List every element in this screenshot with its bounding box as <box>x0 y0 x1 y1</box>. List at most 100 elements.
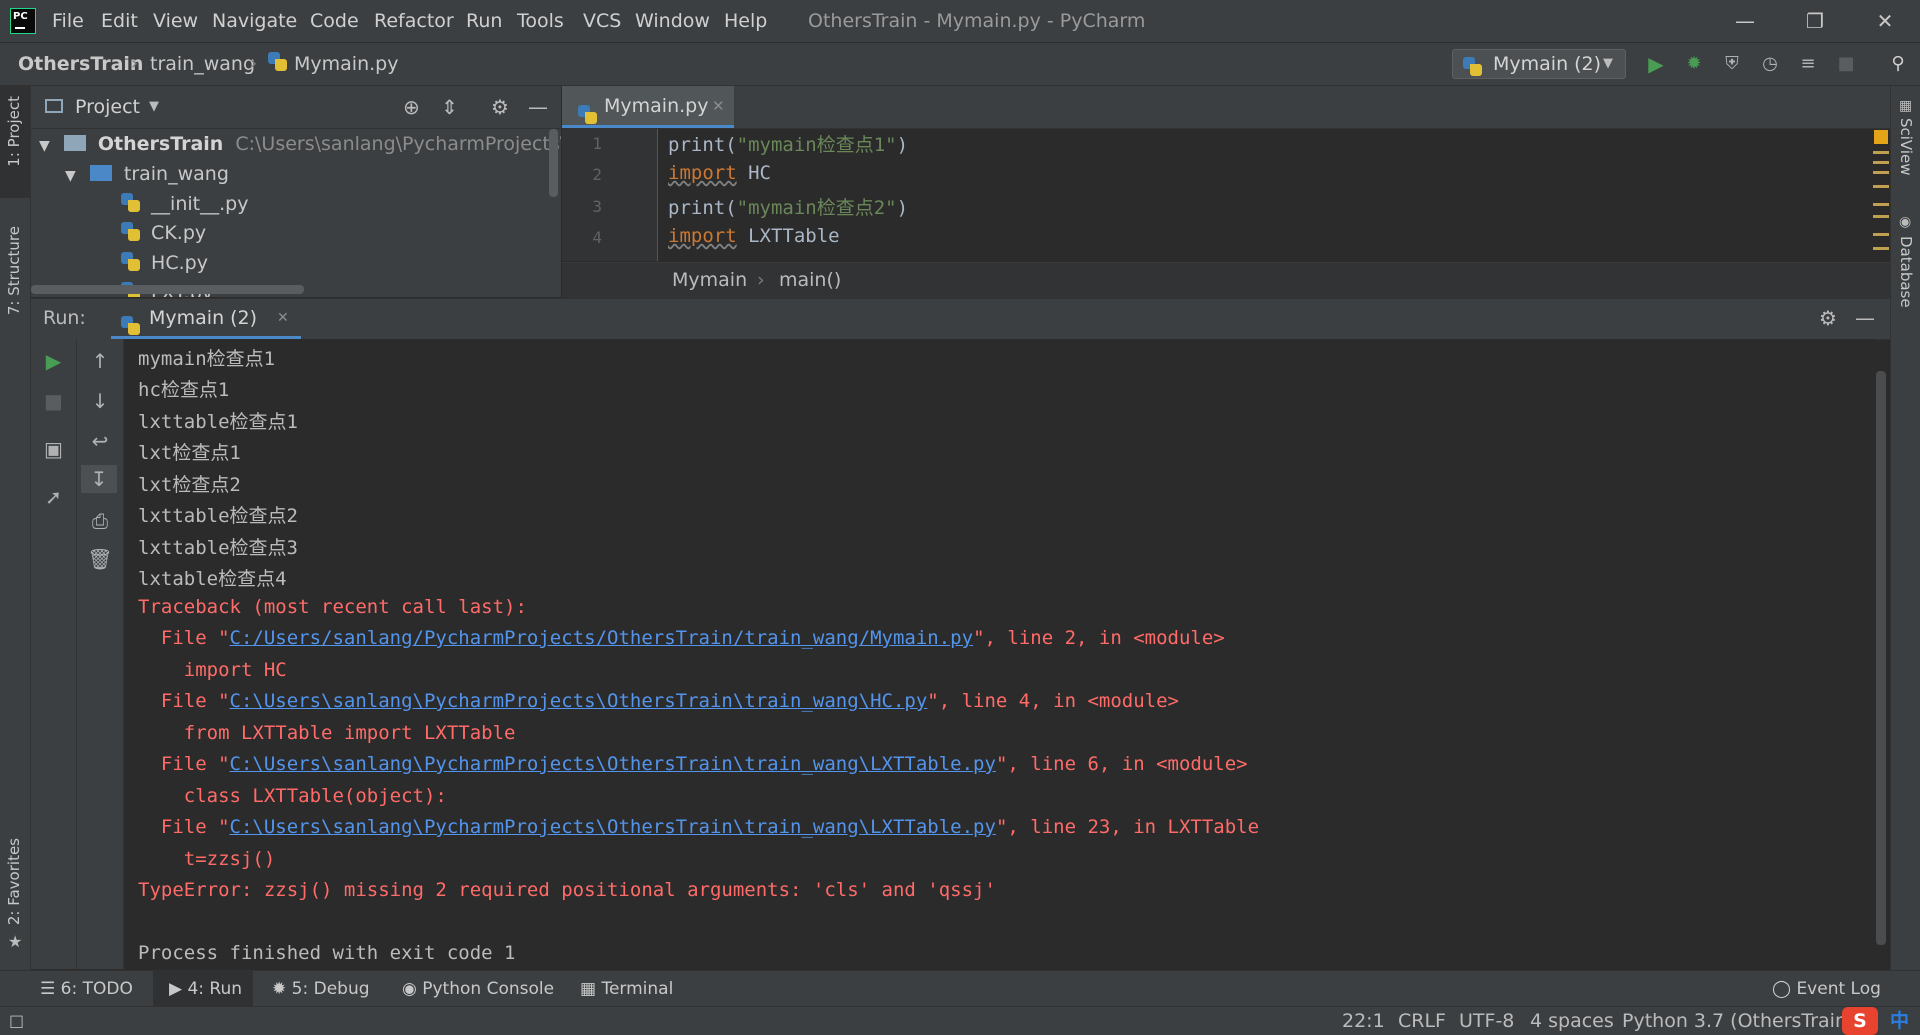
menu-tools[interactable]: Tools <box>517 0 564 42</box>
run-configuration-select[interactable]: Mymain (2) ▼ <box>1452 49 1626 79</box>
breadcrumb-project[interactable]: OthersTrain <box>18 43 143 85</box>
run-icon[interactable]: ▶ <box>1644 52 1668 76</box>
tool-tab-database[interactable]: Database <box>1897 236 1915 308</box>
tree-row-file[interactable]: CK.py <box>121 219 206 247</box>
traceback-code: class LXTTable(object): <box>138 785 447 807</box>
expand-arrow-icon[interactable]: ▼ <box>39 138 50 154</box>
tool-tab-sciview[interactable]: SciView <box>1897 118 1915 176</box>
caret-position[interactable]: 22:1 <box>1342 1007 1385 1035</box>
frame-prefix: File " <box>138 816 230 838</box>
traceback-code: t=zzsj() <box>138 848 276 870</box>
warning-marker[interactable] <box>1873 185 1889 188</box>
warning-marker[interactable] <box>1873 171 1889 174</box>
tool-tab-python-console[interactable]: ◉ Python Console <box>402 971 562 1007</box>
editor-tab-mymain[interactable]: Mymain.py ✕ <box>562 86 734 128</box>
stop-icon[interactable]: ■ <box>1834 52 1858 76</box>
warning-marker[interactable] <box>1873 151 1889 154</box>
stop-icon[interactable]: ■ <box>31 387 76 415</box>
warning-marker[interactable] <box>1873 203 1889 206</box>
tree-row-root[interactable]: ▼ OthersTrain C:\Users\sanlang\PycharmPr… <box>39 130 561 158</box>
event-log-tab[interactable]: ◯ Event Log <box>1772 971 1882 1007</box>
chevron-down-icon[interactable]: ▼ <box>149 86 159 128</box>
source-file-link[interactable]: C:\Users\sanlang\PycharmProjects\OthersT… <box>230 816 996 838</box>
warning-indicator-icon[interactable] <box>1874 130 1888 144</box>
source-file-link[interactable]: C:\Users\sanlang\PycharmProjects\OthersT… <box>230 753 996 775</box>
scroll-to-end-icon[interactable]: ↧ <box>81 465 117 493</box>
debug-icon[interactable]: ✹ <box>1682 52 1706 76</box>
profile-icon[interactable]: ◷ <box>1758 52 1782 76</box>
restore-icon[interactable]: ❐ <box>1785 0 1845 42</box>
rerun-icon[interactable]: ▶ <box>31 347 76 375</box>
collapse-all-icon[interactable]: ⇕ <box>441 86 458 128</box>
python-icon: ◉ <box>402 979 417 999</box>
warning-marker[interactable] <box>1873 215 1889 218</box>
close-tab-icon[interactable]: ✕ <box>712 86 725 126</box>
editor-breadcrumb-function[interactable]: main() <box>779 263 841 298</box>
tree-row-file[interactable]: __init__.py <box>121 190 248 218</box>
locate-icon[interactable]: ⊕ <box>403 86 420 128</box>
tool-tab-todo[interactable]: ☰ 6: TODO <box>40 971 150 1007</box>
menu-refactor[interactable]: Refactor <box>374 0 454 42</box>
expand-arrow-icon[interactable]: ▼ <box>65 168 76 184</box>
tool-tab-structure[interactable]: 7: Structure <box>5 226 23 315</box>
coverage-icon[interactable]: ⛨ <box>1720 52 1744 76</box>
print-icon[interactable]: ⎙ <box>77 507 123 535</box>
pin-icon[interactable]: ➚ <box>31 483 76 511</box>
menu-help[interactable]: Help <box>724 0 767 42</box>
ime-mode-indicator[interactable]: 中 <box>1890 1007 1909 1035</box>
editor-error-stripe[interactable] <box>1872 129 1890 261</box>
menu-vcs[interactable]: VCS <box>583 0 621 42</box>
menu-file[interactable]: File <box>52 0 84 42</box>
tree-row-file[interactable]: HC.py <box>121 249 208 277</box>
file-encoding[interactable]: UTF-8 <box>1459 1007 1514 1035</box>
menu-run[interactable]: Run <box>466 0 502 42</box>
tool-tab-run[interactable]: ▶ 4: Run <box>153 971 253 1007</box>
arrow-up-icon[interactable]: ↑ <box>77 347 123 375</box>
menu-code[interactable]: Code <box>310 0 359 42</box>
search-icon[interactable]: ⚲ <box>1886 52 1910 76</box>
menu-navigate[interactable]: Navigate <box>212 0 297 42</box>
source-file-link[interactable]: C:/Users/sanlang/PycharmProjects/OthersT… <box>230 627 974 649</box>
chevron-right-icon: › <box>250 53 258 74</box>
code-token: HC <box>736 162 771 184</box>
close-window-icon[interactable]: ✕ <box>1855 0 1915 42</box>
hide-icon[interactable]: — <box>1855 299 1875 337</box>
python-interpreter[interactable]: Python 3.7 (OthersTrain) <box>1622 1007 1854 1035</box>
warning-marker[interactable] <box>1873 161 1889 164</box>
project-view-title[interactable]: Project <box>75 86 140 128</box>
run-tab-mymain[interactable]: Mymain (2) ✕ <box>111 299 301 339</box>
menu-edit[interactable]: Edit <box>101 0 138 42</box>
gear-icon[interactable]: ⚙ <box>1819 299 1837 337</box>
line-separator[interactable]: CRLF <box>1398 1007 1446 1035</box>
tool-tab-terminal[interactable]: ▦ Terminal <box>580 971 690 1007</box>
menu-view[interactable]: View <box>153 0 198 42</box>
warning-marker[interactable] <box>1873 233 1889 236</box>
toggle-tool-windows-icon[interactable]: □ <box>9 1007 24 1035</box>
breadcrumb-file[interactable]: Mymain.py <box>294 43 398 85</box>
restore-layout-icon[interactable]: ▣ <box>31 435 76 463</box>
source-file-link[interactable]: C:\Users\sanlang\PycharmProjects\OthersT… <box>230 690 928 712</box>
concurrency-icon[interactable]: ≡ <box>1796 52 1820 76</box>
run-console-output[interactable]: mymain检查点1 hc检查点1 lxttable检查点1 lxt检查点1 l… <box>124 339 1876 969</box>
minimize-icon[interactable]: — <box>1715 0 1775 42</box>
arrow-down-icon[interactable]: ↓ <box>77 387 123 415</box>
close-tab-icon[interactable]: ✕ <box>277 299 289 337</box>
folder-icon <box>63 134 86 151</box>
breadcrumb-folder[interactable]: train_wang <box>150 43 255 85</box>
code-editor[interactable]: print("mymain检查点1") import HC print("mym… <box>658 129 1873 261</box>
indent-setting[interactable]: 4 spaces <box>1530 1007 1614 1035</box>
warning-marker[interactable] <box>1873 247 1889 250</box>
trash-icon[interactable]: 🗑 <box>77 545 123 573</box>
tool-tab-debug[interactable]: ✹ 5: Debug <box>272 971 382 1007</box>
tool-tab-favorites[interactable]: 2: Favorites <box>5 838 23 925</box>
gear-icon[interactable]: ⚙ <box>491 86 509 128</box>
menu-window[interactable]: Window <box>635 0 710 42</box>
horizontal-scrollbar[interactable] <box>31 285 304 294</box>
console-scrollbar[interactable] <box>1876 371 1886 945</box>
tree-row-folder[interactable]: ▼ train_wang <box>65 160 229 188</box>
soft-wrap-icon[interactable]: ↩ <box>77 427 123 455</box>
tool-tab-project[interactable]: 1: Project <box>0 86 30 198</box>
vertical-scrollbar[interactable] <box>549 129 558 197</box>
editor-breadcrumb-module[interactable]: Mymain <box>672 263 747 298</box>
hide-icon[interactable]: — <box>528 86 548 128</box>
